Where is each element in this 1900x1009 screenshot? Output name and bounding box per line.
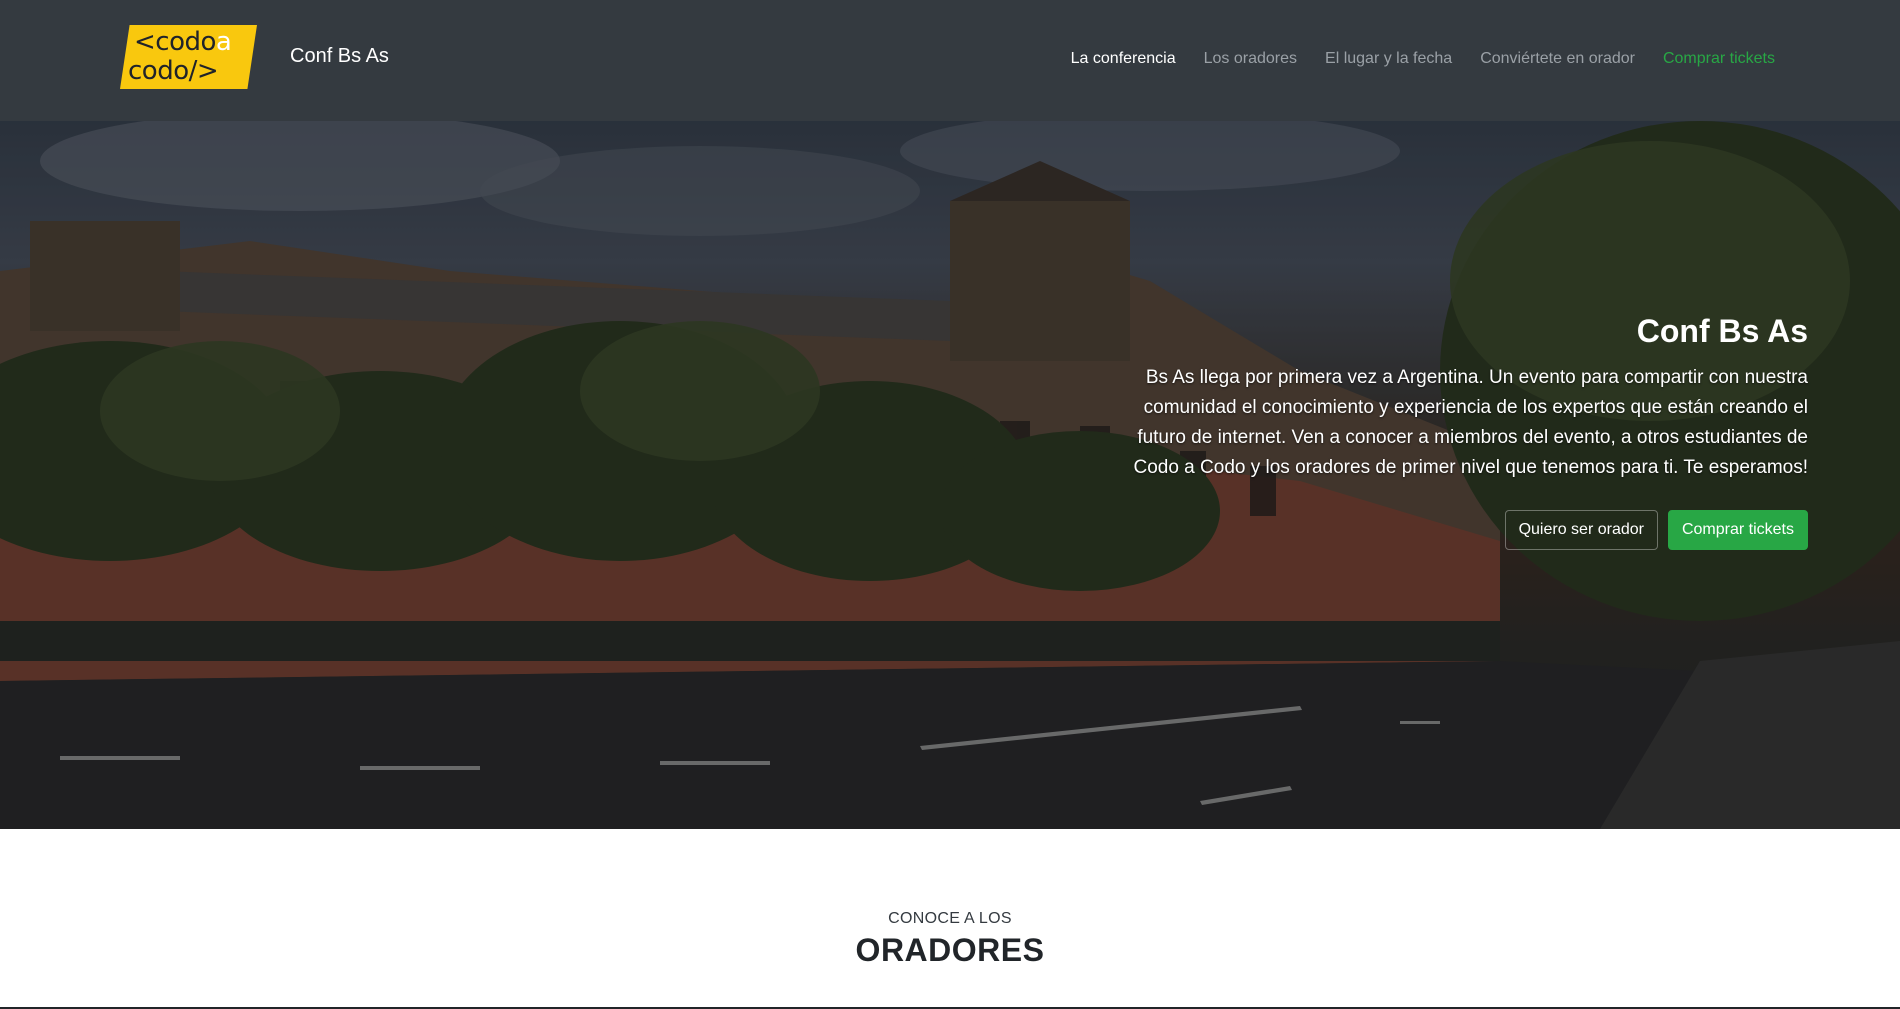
quiero-ser-orador-button[interactable]: Quiero ser orador <box>1504 510 1658 550</box>
section-title: ORADORES <box>855 932 1045 968</box>
navbar: <codoa codo/> Conf Bs As La conferencia … <box>0 0 1900 121</box>
hero-buttons: Quiero ser orador Comprar tickets <box>1108 510 1808 550</box>
logo-text-line1: <codo <box>134 27 216 57</box>
hero-title: Conf Bs As <box>1636 313 1808 349</box>
nav-item-el-lugar-y-la-fecha[interactable]: El lugar y la fecha <box>1311 49 1466 69</box>
nav-item-conviertete-en-orador[interactable]: Conviértete en orador <box>1466 49 1649 69</box>
hero-description: Bs As llega por primera vez a Argentina.… <box>1133 367 1808 478</box>
hero-banner: Conf Bs As Bs As llega por primera vez a… <box>0 121 1900 829</box>
logo-text-accent: a <box>215 27 232 57</box>
hero-content: Conf Bs As Bs As llega por primera vez a… <box>1108 311 1808 550</box>
comprar-tickets-button[interactable]: Comprar tickets <box>1667 510 1808 550</box>
section-kicker: CONOCE A LOS <box>888 910 1012 927</box>
nav-item-los-oradores[interactable]: Los oradores <box>1190 49 1311 69</box>
main-nav: La conferencia Los oradores El lugar y l… <box>1057 49 1775 69</box>
speakers-section: CONOCE A LOS ORADORES <box>0 829 1900 1009</box>
logo-text-line2: codo/> <box>128 56 219 86</box>
nav-item-la-conferencia[interactable]: La conferencia <box>1057 49 1190 69</box>
codo-a-codo-logo[interactable]: <codoa codo/> <box>120 25 257 89</box>
nav-item-comprar-tickets[interactable]: Comprar tickets <box>1649 49 1775 69</box>
brand-name[interactable]: Conf Bs As <box>290 44 389 68</box>
